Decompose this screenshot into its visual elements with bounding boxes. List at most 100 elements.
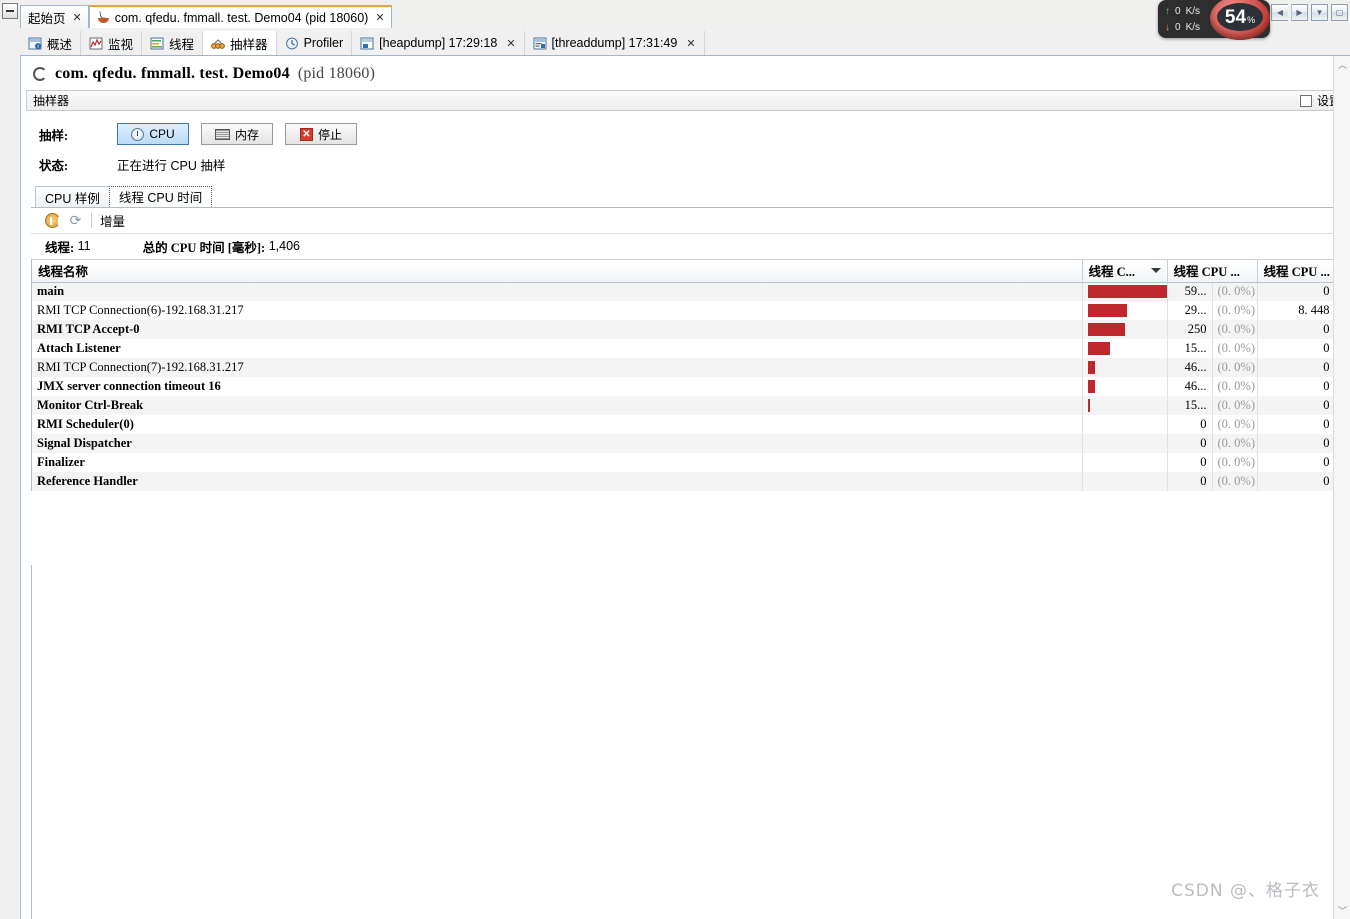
scroll-down-icon[interactable]: ﹀ [1334, 902, 1350, 919]
tab-threaddump[interactable]: [threaddump] 17:31:49 ✕ [525, 31, 705, 55]
inner-tab-label: 线程 CPU 时间 [118, 191, 203, 205]
column-thread-cpu-time-2[interactable]: 线程 CPU ... [1257, 260, 1336, 283]
doc-tab-demo04[interactable]: com. qfedu. fmmall. test. Demo04 (pid 18… [88, 5, 392, 28]
vertical-scrollbar[interactable]: ︿ ﹀ [1333, 56, 1350, 919]
tab-label: 概述 [47, 37, 73, 52]
thread-cpu-value-cell: 15... [1167, 396, 1213, 415]
close-icon[interactable]: ✕ [71, 11, 82, 24]
table-row[interactable]: Reference Handler 0 (0. 0%) 0 [32, 472, 1336, 491]
tab-threads[interactable]: 线程 [142, 31, 204, 55]
tab-label: Profiler [303, 36, 344, 50]
inner-tab-thread-cpu-time[interactable]: 线程 CPU 时间 [108, 186, 213, 207]
delta-label[interactable]: 增量 [100, 211, 125, 230]
maximize-button[interactable]: ▢ [1331, 4, 1348, 21]
table-row[interactable]: main 59... (0. 0%) 0 [32, 282, 1336, 301]
download-arrow-icon: ↓ [1165, 21, 1170, 33]
settings-checkbox[interactable] [1299, 94, 1312, 107]
close-icon[interactable]: ✕ [686, 37, 695, 50]
memory-icon [214, 128, 230, 140]
thread-cpu-value-cell: 46... [1167, 377, 1213, 396]
cpu-bar [1087, 361, 1095, 374]
threads-table: 线程名称 线程 C... 线程 CPU ... 线程 CPU ... main 5… [32, 260, 1336, 491]
close-icon[interactable]: ✕ [373, 11, 384, 24]
tab-sampler[interactable]: 抽样器 [203, 31, 277, 55]
table-header-row: 线程名称 线程 C... 线程 CPU ... 线程 CPU ... [32, 260, 1336, 283]
table-row[interactable]: Attach Listener 15... (0. 0%) 0 [32, 339, 1336, 358]
upload-arrow-icon: ↑ [1165, 5, 1170, 17]
thread-cpu-value-cell: 46... [1167, 358, 1213, 377]
thread-cpu-time2-cell: 0 [1257, 358, 1336, 377]
cpu-button-label: CPU [149, 127, 175, 141]
doc-tab-start-page[interactable]: 起始页 ✕ [20, 5, 89, 28]
doc-tab-label: com. qfedu. fmmall. test. Demo04 (pid 18… [114, 10, 369, 25]
tab-label: 线程 [169, 37, 195, 52]
thread-name-cell: JMX server connection timeout 16 [32, 377, 1083, 396]
panel-title: 抽样器 [33, 94, 70, 108]
thread-name-cell: Reference Handler [32, 472, 1083, 491]
tab-label: 抽样器 [230, 37, 268, 52]
thread-name-cell: RMI TCP Connection(7)-192.168.31.217 [32, 358, 1083, 377]
thread-cpu-bar-cell [1082, 434, 1168, 453]
column-thread-cpu-time[interactable]: 线程 CPU ... [1167, 260, 1258, 283]
results-toolbar: ⟳ 增量 [31, 208, 1350, 234]
stop-button[interactable]: ✕ 停止 [285, 123, 357, 145]
cpu-usage-widget[interactable]: 54 % [1206, 0, 1278, 44]
memory-button[interactable]: 内存 [201, 123, 273, 145]
vivualvm-window: ◀ ▶ ▼ ▢ 起始页 ✕ com. qfedu. fmmall. test. … [0, 0, 1350, 919]
table-empty-area [31, 565, 1334, 919]
inner-tab-cpu-samples[interactable]: CPU 样例 [35, 186, 110, 207]
thread-cpu-value-cell: 59... [1167, 282, 1213, 301]
sampler-panel-header: 抽样器 设置 [26, 90, 1348, 111]
thread-name-cell: main [32, 282, 1083, 301]
cpu-bar [1087, 342, 1110, 355]
table-row[interactable]: RMI TCP Connection(6)-192.168.31.217 29..… [32, 301, 1336, 320]
cpu-bar [1087, 399, 1090, 412]
scroll-up-icon[interactable]: ︿ [1334, 56, 1350, 73]
thread-cpu-time2-cell: 8. 448 [1257, 301, 1336, 320]
thread-cpu-value-cell: 15... [1167, 339, 1213, 358]
restore-window-icon[interactable] [2, 3, 18, 19]
table-row[interactable]: Finalizer 0 (0. 0%) 0 [32, 453, 1336, 472]
tab-overview[interactable]: i 概述 [20, 31, 82, 55]
thread-name-cell: Signal Dispatcher [32, 434, 1083, 453]
thread-cpu-time2-cell: 0 [1257, 415, 1336, 434]
table-row[interactable]: Signal Dispatcher 0 (0. 0%) 0 [32, 434, 1336, 453]
thread-cpu-percent-cell: (0. 0%) [1212, 453, 1258, 472]
download-rate-value: 0 [1175, 21, 1181, 33]
table-row[interactable]: JMX server connection timeout 16 46... (0.… [32, 377, 1336, 396]
thread-cpu-percent-cell: (0. 0%) [1212, 358, 1258, 377]
cpu-button[interactable]: CPU [117, 123, 189, 145]
thread-cpu-percent-cell: (0. 0%) [1212, 396, 1258, 415]
threads-count-value: 11 [77, 239, 91, 253]
column-thread-cpu-bar[interactable]: 线程 C... [1082, 260, 1168, 283]
table-row[interactable]: RMI Scheduler(0) 0 (0. 0%) 0 [32, 415, 1336, 434]
thread-cpu-value-cell: 0 [1167, 434, 1213, 453]
column-thread-name[interactable]: 线程名称 [32, 260, 1083, 283]
tab-label: 监视 [108, 37, 134, 52]
tab-heapdump[interactable]: [heapdump] 17:29:18 ✕ [352, 31, 525, 55]
sample-label: 抽样: [39, 128, 69, 143]
thread-cpu-time2-cell: 0 [1257, 453, 1336, 472]
view-tab-bar: i 概述 监视 线程 抽样器 Profiler [heapdump] 17:29… [20, 31, 1350, 56]
chevron-down-icon[interactable]: ▼ [1311, 4, 1328, 21]
thread-name-cell: Finalizer [32, 453, 1083, 472]
close-icon[interactable]: ✕ [506, 37, 515, 50]
thread-cpu-bar-cell [1082, 301, 1168, 320]
upload-rate-value: 0 [1175, 5, 1181, 17]
page-title-pid: (pid 18060) [297, 65, 376, 82]
threads-table-wrapper: 线程名称 线程 C... 线程 CPU ... 线程 CPU ... main 5… [31, 259, 1350, 491]
refresh-icon[interactable]: ⟳ [68, 213, 83, 228]
memory-button-label: 内存 [234, 127, 259, 142]
thread-cpu-percent-cell: (0. 0%) [1212, 377, 1258, 396]
cpu-bar [1087, 285, 1166, 299]
thread-cpu-percent-cell: (0. 0%) [1212, 415, 1258, 434]
table-row[interactable]: RMI TCP Connection(7)-192.168.31.217 46..… [32, 358, 1336, 377]
pause-icon[interactable] [45, 213, 60, 228]
table-row[interactable]: Monitor Ctrl-Break 15... (0. 0%) 0 [32, 396, 1336, 415]
document-tab-bar: 起始页 ✕ com. qfedu. fmmall. test. Demo04 (… [20, 4, 392, 28]
table-row[interactable]: RMI TCP Accept-0 250 (0. 0%) 0 [32, 320, 1336, 339]
nav-forward-button[interactable]: ▶ [1291, 4, 1308, 21]
sort-descending-icon [1150, 268, 1161, 273]
tab-monitor[interactable]: 监视 [81, 31, 143, 55]
tab-profiler[interactable]: Profiler [277, 31, 353, 55]
